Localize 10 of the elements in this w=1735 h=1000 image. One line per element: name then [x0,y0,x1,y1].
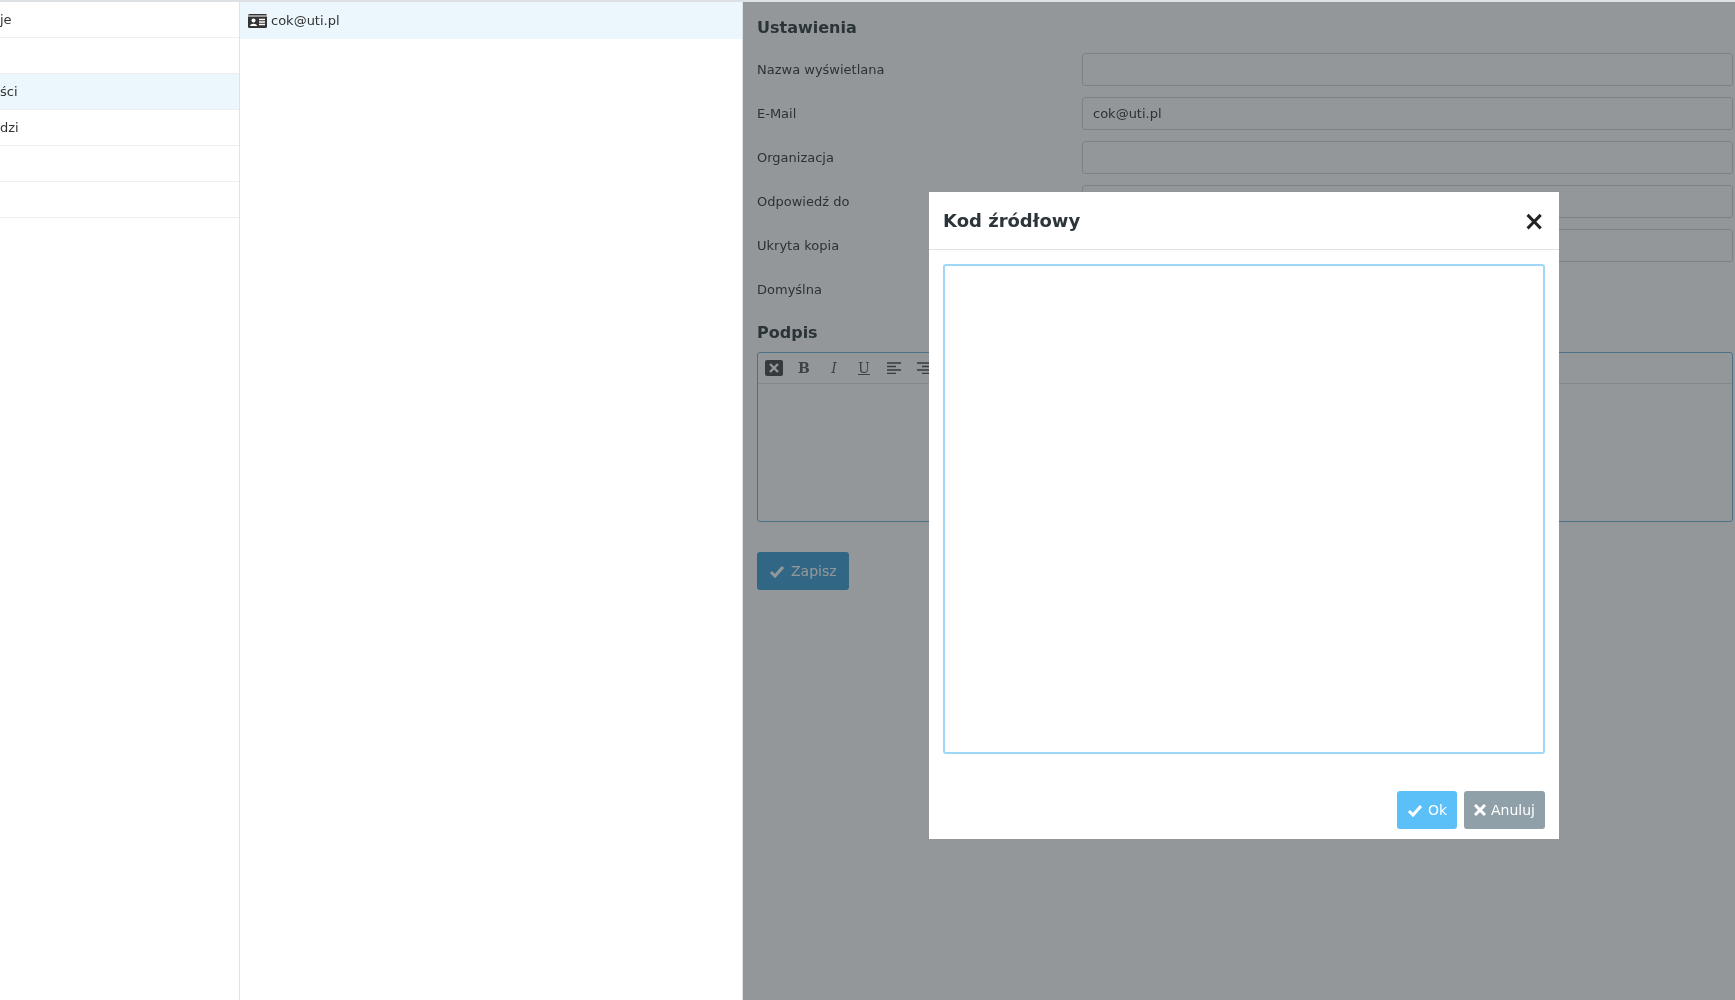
section-title: Podpis [757,323,819,342]
field-label: Organizacja [757,149,835,165]
field-label: Domyślna [757,281,823,297]
section-title: Ustawienia [757,18,858,37]
field-label: Odpowiedź do [757,193,851,209]
dialog-title: Kod źródłowy [943,210,1081,231]
field-label: E-Mail [757,105,798,121]
field-label: Ukryta kopia [757,237,841,253]
field-label: Nazwa wyświetlana [757,61,886,77]
identity-email: cok@uti.pl [271,13,340,28]
